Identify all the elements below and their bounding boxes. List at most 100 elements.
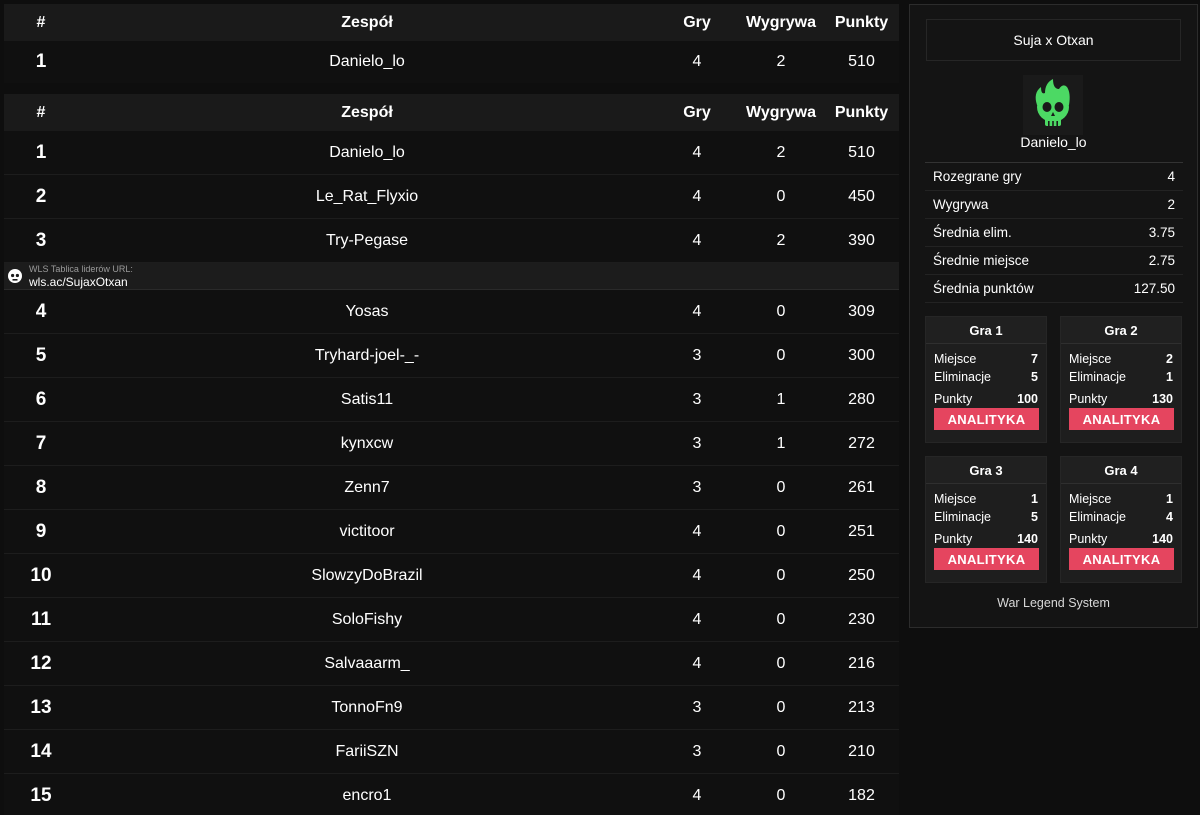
row-rank: 15 [30,784,52,806]
table-row[interactable]: 2 Le_Rat_Flyxio 4 0 450 [4,175,899,219]
game-place-label: Miejsce [1069,492,1112,506]
row-team: SoloFishy [331,610,403,628]
table-spacer [4,83,899,94]
header-points: Punkty [834,13,889,31]
game-elims-row: Eliminacje 4 [1061,508,1181,526]
stat-label: Średnia elim. [933,225,1012,240]
game-points-value: 130 [1152,392,1173,406]
game-title: Gra 3 [926,457,1046,484]
row-games: 4 [692,522,702,540]
table-row[interactable]: 9 victitoor 4 0 251 [4,510,899,554]
row-games: 4 [692,610,702,628]
row-points: 213 [848,698,875,716]
table-row[interactable]: 13 TonnoFn9 3 0 213 [4,686,899,730]
flaming-skull-icon [1023,75,1083,135]
row-wins: 2 [776,143,786,161]
row-rank: 14 [30,740,52,762]
stat-row: Wygrywa 2 [925,191,1183,219]
stat-row: Średnia elim. 3.75 [925,219,1183,247]
stat-row: Rozegrane gry 4 [925,163,1183,191]
header-points: Punkty [834,103,889,121]
table-row[interactable]: 12 Salvaaarm_ 4 0 216 [4,642,899,686]
row-team: Try-Pegase [325,231,409,249]
game-points-value: 140 [1017,532,1038,546]
row-points: 510 [848,143,875,161]
row-games: 3 [692,698,702,716]
game-place-label: Miejsce [934,492,977,506]
banner-url-link[interactable]: wls.ac/SujaxOtxan [29,276,133,288]
game-place-row: Miejsce 7 [926,350,1046,368]
row-rank: 7 [35,432,47,454]
table-row[interactable]: 11 SoloFishy 4 0 230 [4,598,899,642]
row-team: Satis11 [340,390,394,408]
row-rank: 10 [30,564,52,586]
row-team: encro1 [342,786,392,804]
table-row[interactable]: 1 Danielo_lo 4 2 510 [4,131,899,175]
row-points: 210 [848,742,875,760]
analytics-button[interactable]: ANALITYKA [1069,548,1174,570]
table-row[interactable]: 14 FariiSZN 3 0 210 [4,730,899,774]
row-team: Danielo_lo [329,53,405,70]
row-wins: 0 [776,742,786,760]
header-games: Gry [683,103,711,121]
leaderboard-url-banner[interactable]: WLS Tablica liderów URL: wls.ac/SujaxOtx… [4,263,899,290]
game-place-row: Miejsce 1 [1061,490,1181,508]
row-rank: 1 [35,141,47,163]
game-card: Gra 1 Miejsce 7 Eliminacje 5 Punkty 100 ANALITY… [925,316,1047,443]
row-games: 3 [692,346,702,364]
row-games: 4 [692,143,702,161]
table-row[interactable]: 7 kynxcw 3 1 272 [4,422,899,466]
row-games: 4 [692,53,702,70]
stat-label: Średnia punktów [933,281,1034,296]
banner-caption: WLS Tablica liderów URL: [29,263,133,274]
table-row[interactable]: 4 Yosas 4 0 309 [4,290,899,334]
game-place-value: 1 [1031,492,1038,506]
game-points-row: Punkty 140 [1061,530,1181,548]
row-games: 4 [692,566,702,584]
panel-title: Suja x Otxan [926,19,1181,61]
row-rank: 4 [35,300,47,322]
table-row[interactable]: 10 SlowzyDoBrazil 4 0 250 [4,554,899,598]
table-row[interactable]: 5 Tryhard-joel-_- 3 0 300 [4,334,899,378]
game-title: Gra 1 [926,317,1046,344]
game-points-label: Punkty [1069,392,1108,406]
game-elims-row: Eliminacje 5 [926,368,1046,386]
game-elims-value: 5 [1031,370,1038,384]
game-points-value: 140 [1152,532,1173,546]
row-wins: 0 [776,786,786,804]
row-points: 280 [848,390,875,408]
table-row[interactable]: 15 encro1 4 0 182 [4,774,899,815]
table-row[interactable]: 8 Zenn7 3 0 261 [4,466,899,510]
pinned-team-row[interactable]: 1 Danielo_lo 4 2 510 [4,41,899,83]
rows-bottom: 4 Yosas 4 0 309 5 Tryhard-joel-_- 3 0 300 6 Satis11… [4,290,899,815]
row-wins: 0 [776,522,786,540]
game-points-row: Punkty 140 [926,530,1046,548]
row-wins: 0 [776,610,786,628]
analytics-button[interactable]: ANALITYKA [1069,408,1174,430]
team-name: Danielo_lo [1020,134,1087,150]
game-place-row: Miejsce 1 [926,490,1046,508]
header-wins: Wygrywa [746,13,816,31]
row-games: 3 [692,478,702,496]
game-elims-label: Eliminacje [1069,510,1126,524]
header-rank: # [36,13,46,31]
row-rank: 12 [30,652,52,674]
row-points: 261 [848,478,875,496]
game-title: Gra 4 [1061,457,1181,484]
analytics-button[interactable]: ANALITYKA [934,548,1039,570]
stat-value: 127.50 [1133,281,1175,296]
analytics-button[interactable]: ANALITYKA [934,408,1039,430]
row-rank: 6 [35,388,47,410]
row-wins: 0 [776,346,786,364]
stat-value: 3.75 [1148,225,1175,240]
row-points: 251 [848,522,875,540]
row-points: 300 [848,346,875,364]
header-rank: # [36,103,46,121]
table-row[interactable]: 6 Satis11 3 1 280 [4,378,899,422]
game-title: Gra 2 [1061,317,1181,344]
table-row[interactable]: 3 Try-Pegase 4 2 390 [4,219,899,263]
game-place-label: Miejsce [934,352,977,366]
header-team: Zespół [341,103,393,121]
row-rank: 9 [35,520,47,542]
header-wins: Wygrywa [746,103,816,121]
